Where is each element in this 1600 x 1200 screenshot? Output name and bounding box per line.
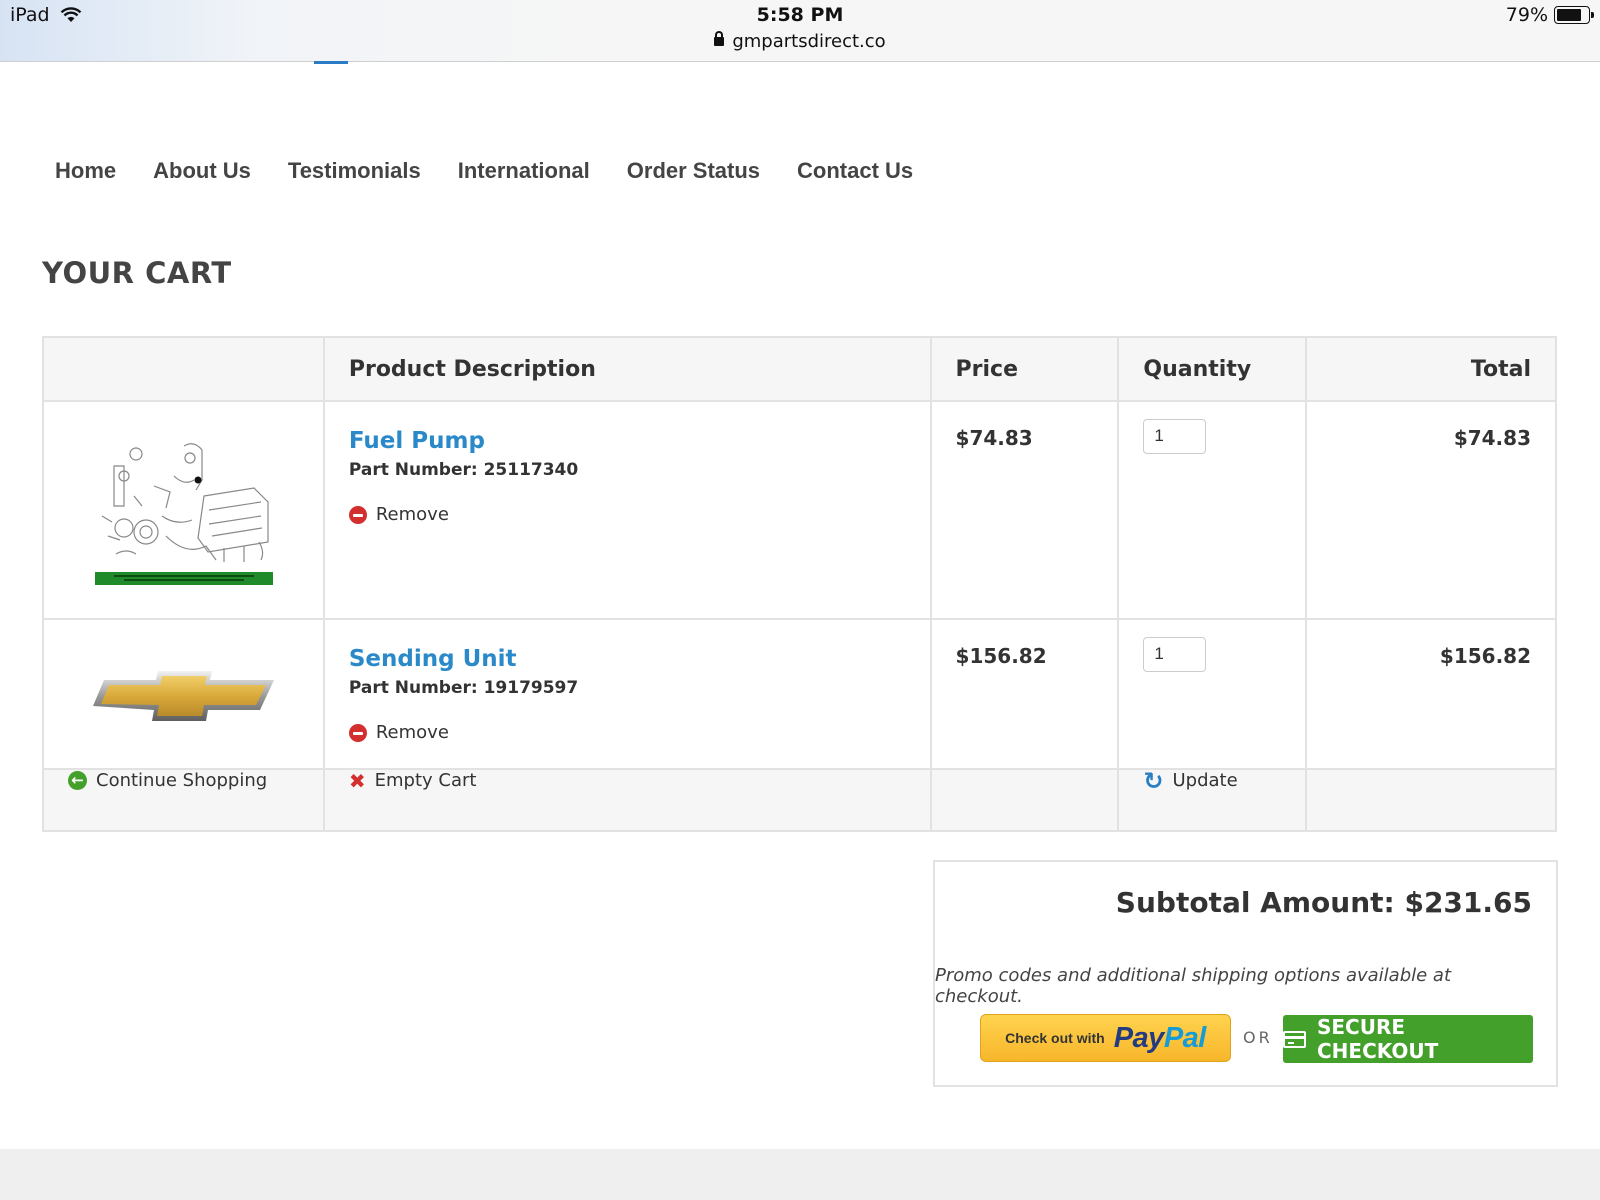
- or-separator: OR: [1243, 1028, 1273, 1047]
- menu-indicator: [314, 61, 348, 64]
- promo-note: Promo codes and additional shipping opti…: [935, 965, 1452, 1007]
- paypal-logo-pal: Pal: [1163, 1021, 1207, 1054]
- price-cell: $156.82: [929, 618, 1120, 770]
- product-description-cell: Fuel Pump Part Number: 25117340 Remove: [322, 400, 932, 620]
- quantity-input[interactable]: [1143, 418, 1207, 454]
- order-summary: Subtotal Amount: $231.65 Promo codes and…: [933, 860, 1558, 1087]
- lock-icon: [714, 31, 725, 46]
- update-button[interactable]: ↻ Update: [1119, 766, 1305, 795]
- header-image: [42, 336, 325, 402]
- line-total: $156.82: [1439, 644, 1531, 668]
- total-cell: $74.83: [1305, 400, 1557, 620]
- subtotal-amount: Subtotal Amount: $231.65: [1115, 886, 1532, 919]
- address-bar[interactable]: gmpartsdirect.co: [0, 31, 1600, 52]
- paypal-prefix: Check out with: [1005, 1030, 1105, 1046]
- header-price: Price: [929, 336, 1120, 402]
- nav-international[interactable]: International: [458, 158, 590, 184]
- table-row: Fuel Pump Part Number: 25117340 Remove $…: [42, 400, 1557, 620]
- header-total: Total: [1305, 336, 1557, 402]
- table-header-row: Product Description Price Quantity Total: [42, 336, 1557, 402]
- nav-contact-us[interactable]: Contact Us: [797, 158, 913, 184]
- product-name-link[interactable]: Sending Unit: [349, 646, 906, 672]
- arrow-left-circle-icon: ←: [68, 771, 87, 790]
- remove-label: Remove: [375, 504, 449, 525]
- product-image-cell: [42, 400, 325, 620]
- minus-circle-icon: [348, 723, 367, 742]
- quantity-input[interactable]: [1143, 636, 1207, 672]
- empty-cart-label: Empty Cart: [374, 770, 477, 791]
- refresh-icon: ↻: [1143, 766, 1164, 795]
- line-total: $74.83: [1453, 426, 1531, 450]
- remove-item-button[interactable]: Remove: [348, 504, 906, 525]
- quantity-cell: [1117, 618, 1308, 770]
- paypal-logo: PayPal: [1113, 1021, 1207, 1055]
- price-cell: $74.83: [929, 400, 1120, 620]
- nav-about-us[interactable]: About Us: [153, 158, 251, 184]
- update-label: Update: [1172, 770, 1238, 791]
- nav-testimonials[interactable]: Testimonials: [288, 158, 421, 184]
- empty-cart-button[interactable]: ✖ Empty Cart: [325, 770, 930, 791]
- empty-cell: [929, 768, 1120, 832]
- paypal-logo-pay: Pay: [1113, 1021, 1165, 1054]
- chevrolet-bowtie-logo-image[interactable]: [90, 668, 276, 724]
- total-cell: $156.82: [1305, 618, 1557, 770]
- status-right: 79%: [1505, 4, 1594, 26]
- secure-checkout-button[interactable]: SECURE CHECKOUT: [1283, 1015, 1533, 1063]
- cart-actions-row: ← Continue Shopping ✖ Empty Cart ↻ Updat…: [42, 766, 1557, 832]
- header-product-description: Product Description: [322, 336, 932, 402]
- battery-icon: [1554, 6, 1594, 24]
- main-nav: Home About Us Testimonials International…: [55, 158, 913, 184]
- minus-circle-icon: [348, 505, 367, 524]
- remove-label: Remove: [375, 722, 449, 743]
- table-row: Sending Unit Part Number: 19179597 Remov…: [42, 618, 1557, 770]
- header-quantity: Quantity: [1117, 336, 1308, 402]
- part-number: Part Number: 25117340: [348, 460, 579, 480]
- product-name-link[interactable]: Fuel Pump: [349, 428, 906, 454]
- url-text: gmpartsdirect.co: [732, 31, 886, 52]
- battery-fill: [1557, 9, 1581, 21]
- empty-cart-cell: ✖ Empty Cart: [322, 768, 932, 832]
- browser-status-bar: iPad 5:58 PM gmpartsdirect.co 79%: [0, 0, 1600, 62]
- secure-checkout-label: SECURE CHECKOUT: [1316, 1015, 1439, 1063]
- battery-percent: 79%: [1505, 4, 1548, 26]
- quantity-cell: [1117, 400, 1308, 620]
- fuel-pump-diagram-image[interactable]: [94, 436, 274, 586]
- continue-shopping-label: Continue Shopping: [96, 770, 268, 791]
- paypal-checkout-button[interactable]: Check out with PayPal: [980, 1014, 1231, 1062]
- product-description-cell: Sending Unit Part Number: 19179597 Remov…: [322, 618, 932, 770]
- unit-price: $156.82: [955, 644, 1047, 668]
- remove-item-button[interactable]: Remove: [348, 722, 906, 743]
- unit-price: $74.83: [955, 426, 1033, 450]
- part-number: Part Number: 19179597: [348, 678, 579, 698]
- continue-shopping-cell: ← Continue Shopping: [42, 768, 325, 832]
- empty-cell: [1305, 768, 1557, 832]
- credit-card-icon: [1283, 1030, 1306, 1048]
- nav-home[interactable]: Home: [55, 158, 116, 184]
- page-title: YOUR CART: [42, 256, 232, 290]
- cart-table: Product Description Price Quantity Total: [42, 336, 1557, 832]
- update-cell: ↻ Update: [1117, 766, 1308, 832]
- continue-shopping-button[interactable]: ← Continue Shopping: [44, 770, 323, 791]
- close-icon: ✖: [348, 768, 366, 793]
- product-image-cell: [42, 618, 325, 770]
- nav-order-status[interactable]: Order Status: [627, 158, 760, 184]
- footer: [0, 1149, 1600, 1200]
- clock: 5:58 PM: [756, 4, 844, 26]
